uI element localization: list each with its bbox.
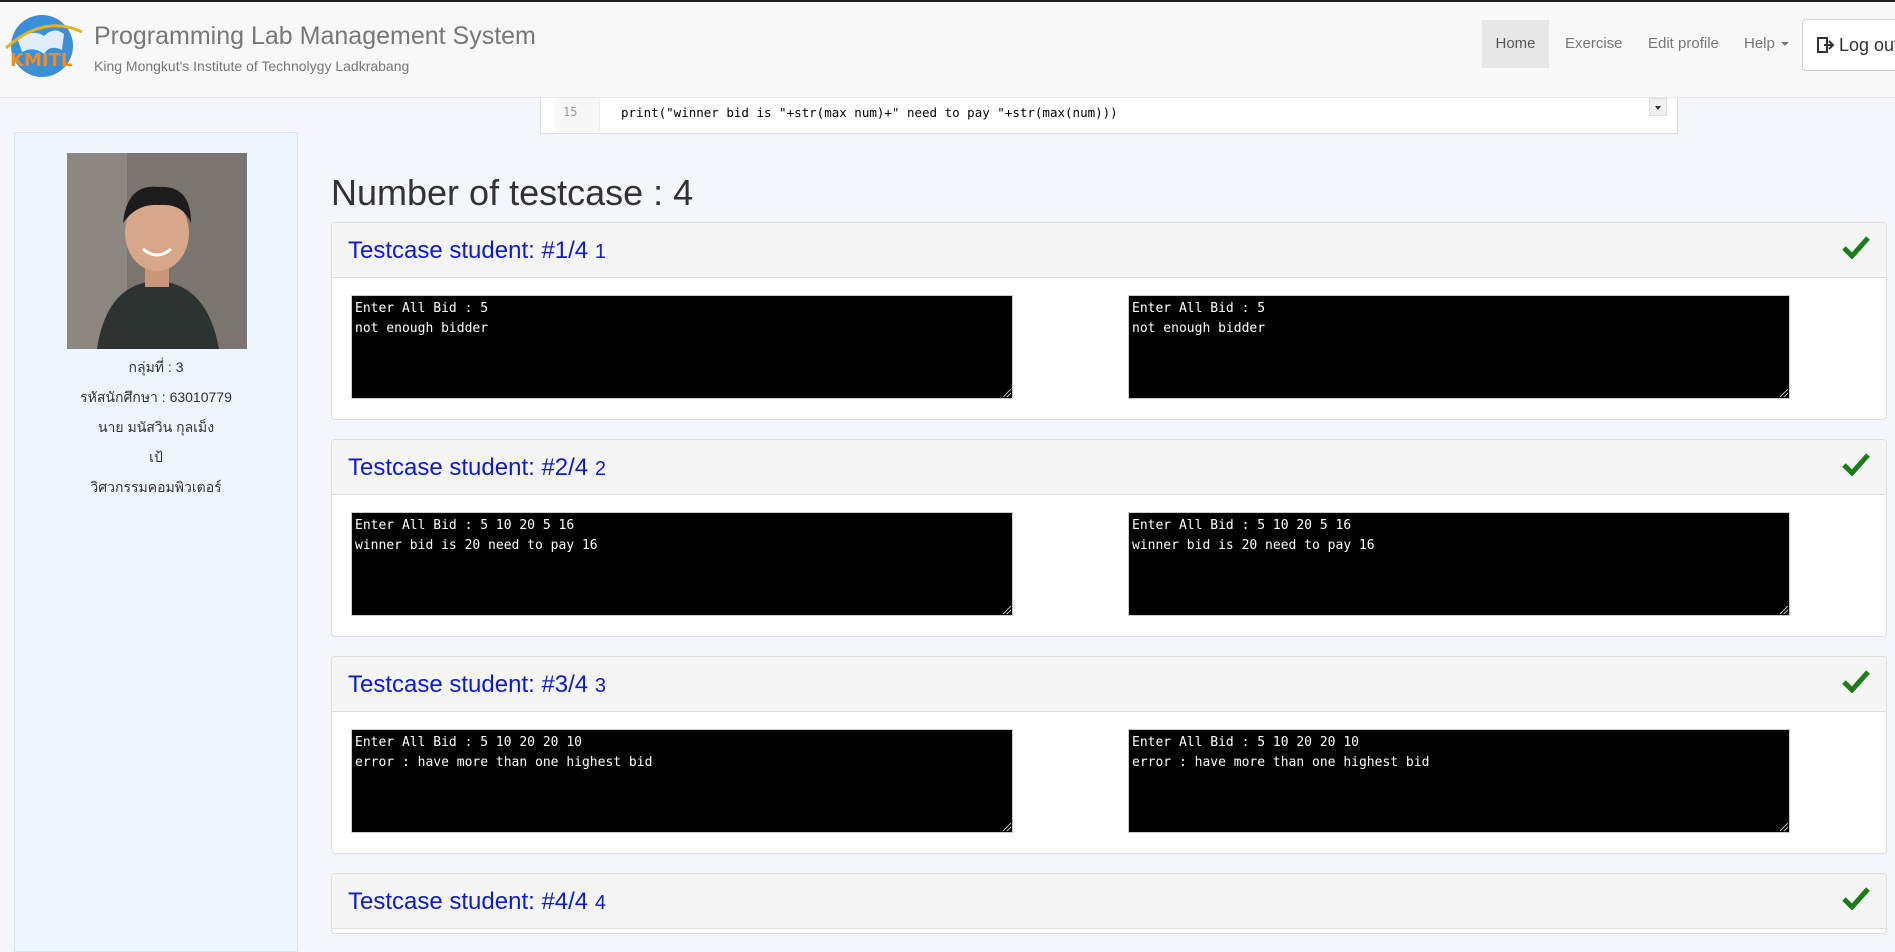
- panel-heading: Testcase student: #4/4 4: [332, 874, 1886, 929]
- expected-output-text: Enter All Bid : 5 10 20 5 16 winner bid …: [1132, 518, 1375, 553]
- student-sidebar: กลุ่มที่ : 3 รหัสนักศึกษา : 63010779 นาย…: [14, 132, 298, 952]
- expected-output-text: Enter All Bid : 5 not enough bidder: [1132, 301, 1266, 336]
- logout-icon: [1817, 37, 1835, 53]
- caret-down-icon: [1780, 42, 1789, 47]
- testcase-title: Testcase student: #2/4 2: [348, 454, 606, 482]
- testcase-title-text: Testcase student: #3/4: [348, 671, 589, 698]
- app-subtitle: King Mongkut's Institute of Technolygy L…: [94, 58, 410, 74]
- expected-output-textarea[interactable]: Enter All Bid : 5 10 20 20 10 error : ha…: [1128, 729, 1790, 833]
- testcase-title-text: Testcase student: #2/4: [348, 454, 589, 481]
- testcase-title: Testcase student: #3/4 3: [348, 671, 606, 699]
- testcase-count-heading: Number of testcase : 4: [331, 172, 694, 213]
- resize-handle[interactable]: [1780, 823, 1788, 831]
- testcase-number: 1: [594, 241, 606, 263]
- svg-text:KMITL: KMITL: [10, 50, 72, 71]
- navbar: KMITL Programming Lab Management System …: [0, 2, 1895, 98]
- check-icon: [1842, 236, 1870, 259]
- code-editor[interactable]: 15 print("winner bid is "+str(max num)+"…: [540, 98, 1678, 134]
- nav-edit-profile[interactable]: Edit profile: [1648, 20, 1719, 68]
- expected-output-textarea[interactable]: Enter All Bid : 5 not enough bidder: [1128, 295, 1790, 399]
- resize-handle[interactable]: [1780, 606, 1788, 614]
- expected-output-textarea[interactable]: Enter All Bid : 5 10 20 5 16 winner bid …: [1128, 512, 1790, 616]
- nav-exercise[interactable]: Exercise: [1565, 20, 1623, 68]
- testcase-title-text: Testcase student: #1/4: [348, 237, 589, 264]
- nav-home[interactable]: Home: [1482, 20, 1549, 68]
- testcase-title-text: Testcase student: #4/4: [348, 888, 589, 915]
- testcase-title: Testcase student: #1/4 1: [348, 237, 606, 265]
- avatar: [67, 153, 247, 349]
- check-icon: [1842, 453, 1870, 476]
- panel-heading: Testcase student: #2/4 2: [332, 440, 1886, 495]
- student-output-textarea[interactable]: Enter All Bid : 5 not enough bidder: [351, 295, 1013, 399]
- testcase-panel: Testcase student: #4/4 4: [331, 873, 1887, 934]
- expected-output-text: Enter All Bid : 5 10 20 20 10 error : ha…: [1132, 735, 1430, 770]
- nav-help-label: Help: [1744, 35, 1775, 52]
- testcase-title: Testcase student: #4/4 4: [348, 888, 606, 916]
- testcase-panel: Testcase student: #2/4 2 Enter All Bid :…: [331, 439, 1887, 637]
- resize-handle[interactable]: [1003, 606, 1011, 614]
- nav-help-dropdown[interactable]: Help: [1744, 20, 1789, 68]
- student-output-textarea[interactable]: Enter All Bid : 5 10 20 20 10 error : ha…: [351, 729, 1013, 833]
- student-group: กลุ่มที่ : 3: [128, 359, 184, 375]
- resize-handle[interactable]: [1003, 389, 1011, 397]
- student-id: รหัสนักศึกษา : 63010779: [80, 389, 232, 405]
- line-number: 15: [563, 105, 578, 119]
- resize-handle[interactable]: [1003, 823, 1011, 831]
- student-nickname: เป้: [149, 449, 163, 465]
- testcase-number: 4: [594, 892, 606, 914]
- testcase-panel: Testcase student: #3/4 3 Enter All Bid :…: [331, 656, 1887, 854]
- logout-button[interactable]: Log out: [1802, 19, 1895, 71]
- resize-handle[interactable]: [1780, 389, 1788, 397]
- testcase-number: 2: [594, 458, 606, 480]
- check-icon: [1842, 887, 1870, 910]
- student-output-text: Enter All Bid : 5 not enough bidder: [355, 301, 489, 336]
- student-output-text: Enter All Bid : 5 10 20 5 16 winner bid …: [355, 518, 598, 553]
- student-department: วิศวกรรมคอมพิวเตอร์: [90, 479, 222, 495]
- app-title[interactable]: Programming Lab Management System: [94, 22, 536, 51]
- line-gutter: [555, 98, 600, 132]
- panel-heading: Testcase student: #3/4 3: [332, 657, 1886, 712]
- logout-label: Log out: [1839, 35, 1895, 55]
- testcase-panel: Testcase student: #1/4 1 Enter All Bid :…: [331, 222, 1887, 420]
- testcase-number: 3: [594, 675, 606, 697]
- student-output-textarea[interactable]: Enter All Bid : 5 10 20 5 16 winner bid …: [351, 512, 1013, 616]
- kmitl-logo[interactable]: KMITL: [4, 10, 84, 80]
- student-output-text: Enter All Bid : 5 10 20 20 10 error : ha…: [355, 735, 653, 770]
- student-name: นาย มนัสวิน กุลเม็ง: [97, 419, 215, 435]
- code-line: print("winner bid is "+str(max num)+" ne…: [621, 105, 1118, 120]
- panel-heading: Testcase student: #1/4 1: [332, 223, 1886, 278]
- check-icon: [1842, 670, 1870, 693]
- scroll-down-arrow[interactable]: [1649, 98, 1667, 116]
